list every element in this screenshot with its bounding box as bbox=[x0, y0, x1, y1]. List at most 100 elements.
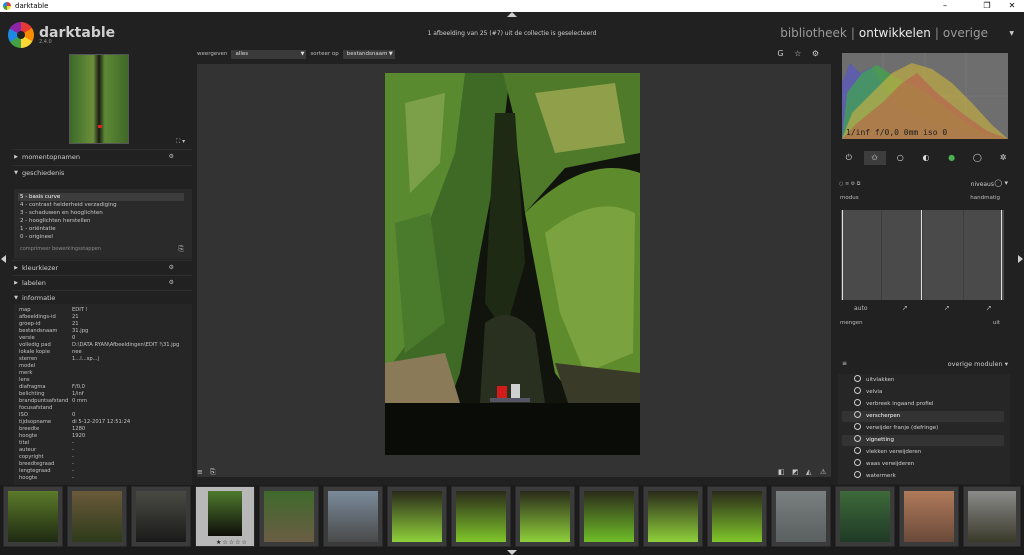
thumbnail-image bbox=[72, 491, 122, 542]
filmstrip-thumbnail[interactable] bbox=[259, 486, 319, 547]
other-modules-menu-icon[interactable]: ≡ bbox=[842, 360, 847, 367]
auto-button[interactable]: auto bbox=[854, 305, 868, 312]
blend-row[interactable]: mengen uit bbox=[840, 320, 1008, 330]
zoom-control[interactable]: ⛶ ▾ bbox=[176, 138, 185, 146]
section-info[interactable]: ▼ informatie bbox=[12, 290, 192, 304]
blend-value[interactable]: uit bbox=[993, 320, 1000, 326]
other-module-item[interactable]: uitvlakken bbox=[842, 375, 1004, 386]
other-module-item[interactable]: verscherpen bbox=[842, 411, 1004, 422]
info-key: merk bbox=[19, 370, 33, 376]
compress-history-button[interactable]: comprimeer bewerkingsstappen bbox=[20, 246, 101, 252]
filmstrip-thumbnail[interactable] bbox=[451, 486, 511, 547]
other-module-item[interactable]: velvia bbox=[842, 387, 1004, 398]
gear-icon[interactable]: ⚙ bbox=[169, 264, 174, 271]
gray-point-handle[interactable] bbox=[921, 210, 922, 300]
view-other[interactable]: overige bbox=[943, 26, 988, 40]
other-module-item[interactable]: verbreek ingaand profiel bbox=[842, 399, 1004, 410]
view-library[interactable]: bibliotheek bbox=[780, 26, 847, 40]
thumbnail-image bbox=[208, 491, 242, 536]
gear-icon[interactable]: ⚙ bbox=[169, 153, 174, 160]
sort-dropdown[interactable]: bestandsnaam ▼ bbox=[342, 49, 395, 59]
filmstrip-thumbnail[interactable] bbox=[131, 486, 191, 547]
section-history[interactable]: ▼ geschiedenis bbox=[12, 165, 192, 179]
collapse-top-arrow-icon[interactable] bbox=[507, 12, 517, 17]
collapse-left-arrow-icon[interactable] bbox=[1, 255, 6, 263]
favorites-icon[interactable]: ✩ bbox=[863, 151, 886, 165]
tone-group-icon[interactable]: ◐ bbox=[915, 151, 937, 165]
presets-menu-icon[interactable]: ≡ bbox=[197, 468, 203, 476]
module-header-icons[interactable]: ○ ≡ ⚙ ⧉ bbox=[839, 181, 860, 187]
levels-graph[interactable] bbox=[841, 210, 1004, 300]
filmstrip-thumbnail[interactable] bbox=[835, 486, 895, 547]
history-item[interactable]: 5 - basis curve bbox=[18, 193, 184, 201]
color-group-icon[interactable]: ● bbox=[941, 151, 963, 165]
history-item[interactable]: 3 - schaduwen en hooglichten bbox=[18, 209, 184, 217]
color-assessment-icon[interactable]: ◧ bbox=[778, 468, 785, 476]
filmstrip-thumbnail[interactable] bbox=[771, 486, 831, 547]
center-toolbar-icons[interactable]: G ☆ ⚙ bbox=[777, 49, 823, 58]
minimize-button[interactable]: – bbox=[935, 0, 955, 12]
navigation-thumbnail[interactable] bbox=[69, 54, 129, 144]
collapse-right-arrow-icon[interactable] bbox=[1018, 255, 1023, 263]
effect-group-icon[interactable]: ✲ bbox=[992, 151, 1014, 165]
gear-icon[interactable]: ⚙ bbox=[169, 279, 174, 286]
correct-group-icon[interactable]: ◯ bbox=[966, 151, 988, 165]
softproof-icon[interactable]: ◩ bbox=[792, 468, 799, 476]
other-modules-header[interactable]: ≡ overige modulen ▾ bbox=[836, 358, 1016, 370]
other-module-item[interactable]: waas verwijderen bbox=[842, 459, 1004, 470]
filmstrip-thumbnail[interactable] bbox=[707, 486, 767, 547]
other-module-item[interactable]: vlekken verwijderen bbox=[842, 447, 1004, 458]
create-style-icon[interactable]: ⎘ bbox=[178, 245, 184, 254]
image-canvas[interactable] bbox=[197, 64, 831, 477]
module-icon bbox=[854, 411, 861, 418]
filmstrip-thumbnail[interactable] bbox=[579, 486, 639, 547]
filmstrip-thumbnail[interactable] bbox=[387, 486, 447, 547]
filmstrip-thumbnail[interactable] bbox=[643, 486, 703, 547]
other-module-item[interactable]: verwijder franje (defringe) bbox=[842, 423, 1004, 434]
info-row: copyright - bbox=[19, 454, 189, 461]
filmstrip-thumbnail[interactable] bbox=[3, 486, 63, 547]
filmstrip-thumbnail[interactable] bbox=[963, 486, 1021, 547]
filmstrip-thumbnail[interactable] bbox=[515, 486, 575, 547]
history-item[interactable]: 2 - hooglichten herstellen bbox=[18, 217, 184, 225]
basic-group-icon[interactable]: ○ bbox=[889, 151, 911, 165]
section-tags[interactable]: ▶ labelen ⚙ bbox=[12, 275, 192, 289]
close-button[interactable]: ✕ bbox=[1002, 0, 1022, 12]
styles-icon[interactable]: ⎘ bbox=[210, 468, 216, 477]
info-key: belichting bbox=[19, 391, 45, 397]
view-darkroom[interactable]: ontwikkelen bbox=[859, 26, 931, 40]
thumbnail-image bbox=[456, 491, 506, 542]
overexposed-warning-icon[interactable]: ⚠ bbox=[820, 468, 826, 476]
module-label: vignetting bbox=[866, 437, 894, 443]
star-rating[interactable]: ★☆☆☆☆ bbox=[216, 539, 248, 546]
section-snapshots[interactable]: ▶ momentopnamen ⚙ bbox=[12, 149, 192, 163]
module-label: waas verwijderen bbox=[866, 461, 915, 467]
modus-value[interactable]: handmatig bbox=[970, 195, 1000, 201]
histogram[interactable]: 1/inf f/0,0 0mm iso 0 bbox=[842, 53, 1008, 139]
other-module-item[interactable]: vignetting bbox=[842, 435, 1004, 446]
black-point-handle[interactable] bbox=[842, 210, 843, 300]
filmstrip-thumbnail[interactable] bbox=[899, 486, 959, 547]
black-picker-icon[interactable]: ➚ bbox=[902, 304, 908, 312]
show-filter-dropdown[interactable]: alles ▼ bbox=[231, 49, 307, 59]
section-colorpicker[interactable]: ▶ kleurkiezer ⚙ bbox=[12, 260, 192, 274]
other-module-item[interactable]: watermerk bbox=[842, 471, 1004, 482]
gray-picker-icon[interactable]: ➚ bbox=[944, 304, 950, 312]
levels-mode-row[interactable]: modus handmatig bbox=[840, 195, 1008, 205]
levels-module-header[interactable]: ○ ≡ ⚙ ⧉ niveaus ◯ ▾ bbox=[836, 179, 1016, 191]
module-power-icon[interactable]: ◯ ▾ bbox=[994, 179, 1008, 187]
collapse-bottom-arrow-icon[interactable] bbox=[507, 550, 517, 555]
history-item[interactable]: 4 - contrast helderheid verzadiging bbox=[18, 201, 184, 209]
gamut-check-icon[interactable]: ◭ bbox=[806, 468, 811, 476]
history-item[interactable]: 0 - origineel bbox=[18, 233, 184, 241]
filmstrip-thumbnail[interactable] bbox=[323, 486, 383, 547]
views-dropdown-icon[interactable]: ▼ bbox=[1009, 30, 1014, 37]
info-key: focusafstand bbox=[19, 405, 53, 411]
history-item[interactable]: 1 - oriëntatie bbox=[18, 225, 184, 233]
white-picker-icon[interactable]: ➚ bbox=[986, 304, 992, 312]
filmstrip-thumbnail[interactable]: ★☆☆☆☆ bbox=[195, 486, 255, 547]
white-point-handle[interactable] bbox=[1001, 210, 1002, 300]
active-modules-icon[interactable]: ⏻ bbox=[838, 151, 860, 165]
maximize-button[interactable]: ❐ bbox=[977, 0, 997, 12]
filmstrip-thumbnail[interactable] bbox=[67, 486, 127, 547]
